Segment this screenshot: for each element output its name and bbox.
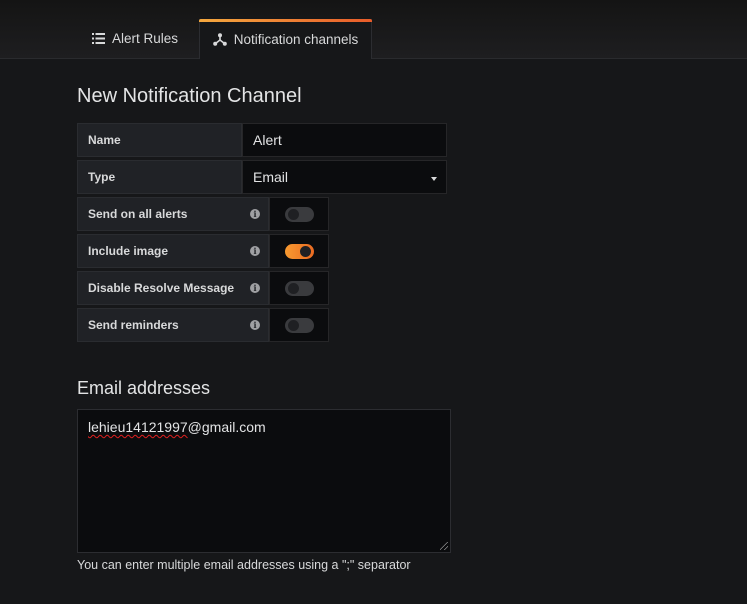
disable-resolve-message-label: Disable Resolve Message i	[77, 271, 269, 305]
send-on-all-alerts-text: Send on all alerts	[88, 207, 188, 221]
info-icon[interactable]: i	[250, 320, 260, 330]
send-on-all-alerts-cell	[269, 197, 329, 231]
toggle-knob	[287, 208, 299, 220]
info-icon[interactable]: i	[250, 283, 260, 293]
caret-down-icon	[431, 177, 437, 181]
email-help-text: You can enter multiple email addresses u…	[77, 558, 411, 572]
type-row: Type Email	[77, 160, 447, 194]
send-reminders-cell	[269, 308, 329, 342]
disable-resolve-message-row: Disable Resolve Message i	[77, 271, 329, 305]
type-label: Type	[77, 160, 242, 194]
send-reminders-row: Send reminders i	[77, 308, 329, 342]
name-input[interactable]: Alert	[242, 123, 447, 157]
info-icon[interactable]: i	[250, 209, 260, 219]
include-image-cell	[269, 234, 329, 268]
name-row: Name Alert	[77, 123, 447, 157]
send-reminders-label: Send reminders i	[77, 308, 269, 342]
tab-alert-rules-label: Alert Rules	[112, 31, 179, 46]
send-on-all-alerts-row: Send on all alerts i	[77, 197, 329, 231]
send-on-all-alerts-toggle[interactable]	[284, 206, 314, 222]
include-image-label: Include image i	[77, 234, 269, 268]
type-select[interactable]: Email	[242, 160, 447, 194]
send-on-all-alerts-label: Send on all alerts i	[77, 197, 269, 231]
disable-resolve-message-cell	[269, 271, 329, 305]
toggle-knob	[287, 319, 299, 331]
email-value-misspelled: lehieu14121997	[88, 419, 188, 435]
tab-notification-channels[interactable]: Notification channels	[199, 19, 372, 59]
tab-alert-rules[interactable]: Alert Rules	[92, 19, 178, 58]
tab-notification-channels-label: Notification channels	[233, 32, 359, 47]
include-image-toggle[interactable]	[284, 243, 314, 259]
toggle-knob	[287, 282, 299, 294]
info-icon[interactable]: i	[250, 246, 260, 256]
toggle-knob	[299, 245, 311, 257]
email-addresses-textarea[interactable]: lehieu14121997@gmail.com	[77, 409, 451, 553]
send-reminders-text: Send reminders	[88, 318, 179, 332]
include-image-text: Include image	[88, 244, 169, 258]
email-value-domain: @gmail.com	[187, 419, 266, 435]
page-title: New Notification Channel	[77, 85, 302, 107]
list-icon	[92, 33, 105, 44]
name-label: Name	[77, 123, 242, 157]
disable-resolve-message-text: Disable Resolve Message	[88, 281, 235, 295]
include-image-row: Include image i	[77, 234, 329, 268]
type-select-value: Email	[253, 169, 289, 185]
share-nodes-icon	[212, 33, 227, 46]
email-addresses-title: Email addresses	[77, 378, 211, 398]
send-reminders-toggle[interactable]	[284, 317, 314, 333]
top-nav-bar: Alert Rules Notification channels	[0, 0, 747, 59]
disable-resolve-message-toggle[interactable]	[284, 280, 314, 296]
resize-handle-icon[interactable]	[440, 542, 448, 550]
